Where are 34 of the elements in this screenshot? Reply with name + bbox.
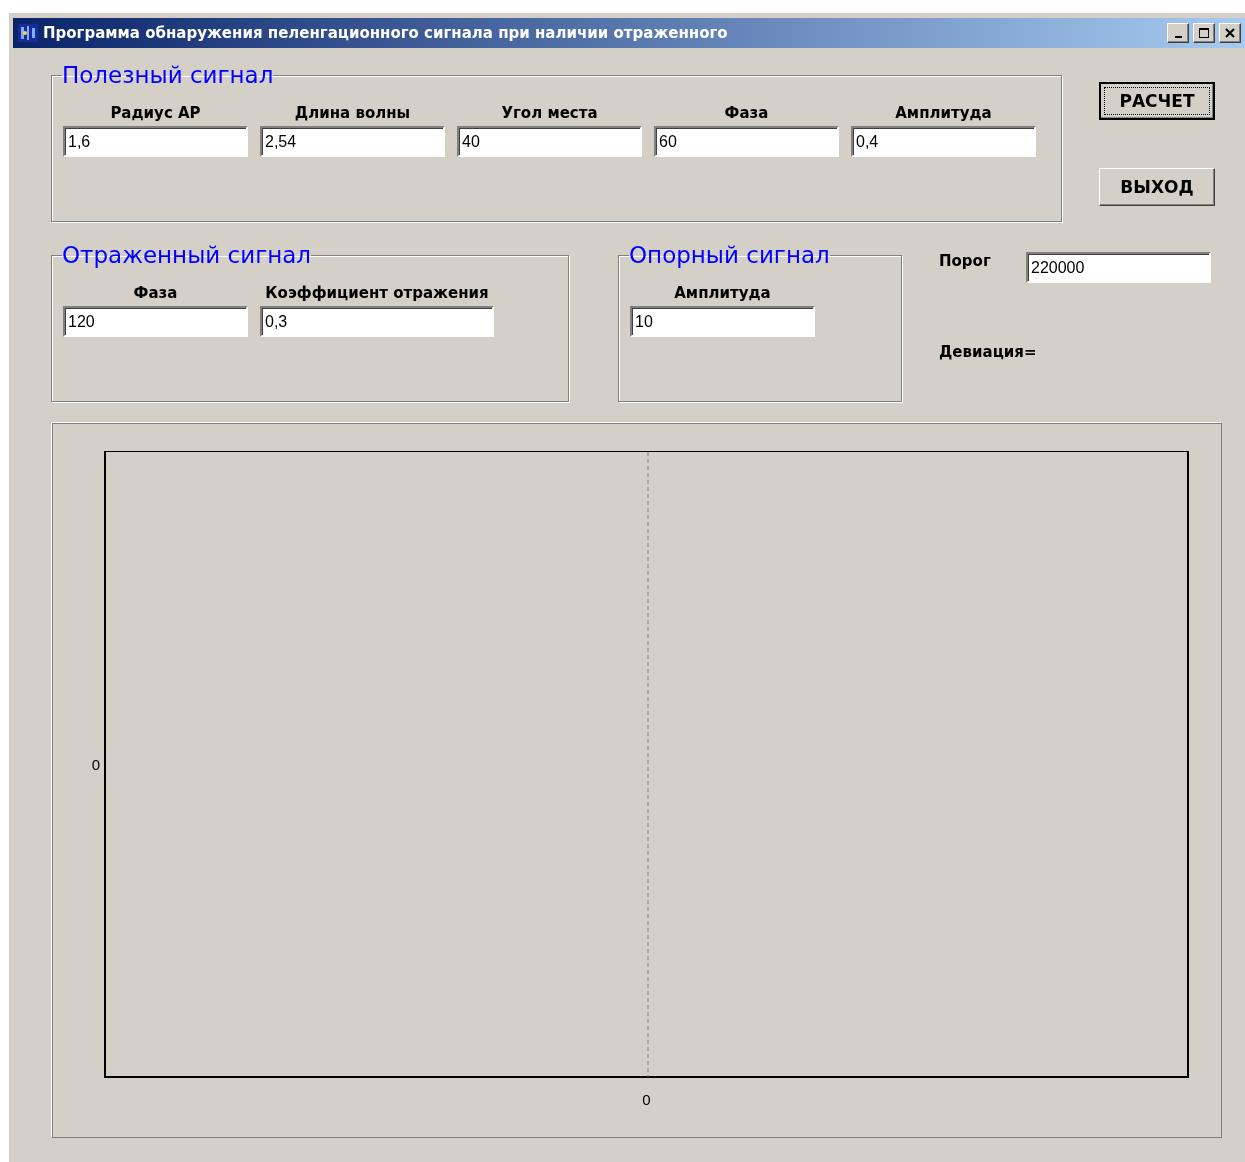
maximize-button[interactable] [1193, 23, 1215, 43]
group-title: Отраженный сигнал [62, 242, 312, 268]
input-field[interactable]: 120 [63, 306, 248, 337]
app-icon [17, 23, 39, 43]
field-label: Амплитуда [674, 284, 771, 302]
input-field[interactable]: 10 [630, 306, 815, 337]
close-button[interactable] [1219, 23, 1241, 43]
group-title: Полезный сигнал [62, 62, 274, 88]
action-button[interactable]: ВЫХОД [1099, 168, 1215, 206]
input-field[interactable]: 60 [654, 126, 839, 157]
field-label: Фаза [724, 104, 769, 122]
minimize-icon [1174, 36, 1182, 38]
group-title: Опорный сигнал [629, 242, 830, 268]
input-field[interactable]: 0,3 [260, 306, 494, 337]
input-field[interactable]: 0,4 [851, 126, 1036, 157]
minimize-button[interactable] [1167, 23, 1189, 43]
input-field[interactable]: 1,6 [63, 126, 248, 157]
input-field[interactable]: 40 [457, 126, 642, 157]
field-label: Фаза [133, 284, 178, 302]
threshold-label: Порог [939, 252, 992, 270]
window-title: Программа обнаружения пеленгационного сигнала при наличии отраженного [43, 24, 729, 42]
deviation-label: Девиация= [939, 343, 1037, 361]
y-axis-label: 0 [91, 756, 100, 773]
maximize-icon [1198, 27, 1210, 39]
field-label: Амплитуда [895, 104, 992, 122]
action-button[interactable]: РАСЧЕТ [1099, 82, 1215, 120]
field-label: Коэффициент отражения [265, 284, 489, 302]
close-icon [1224, 27, 1236, 39]
x-axis-label: 0 [642, 1091, 651, 1108]
field-label: Радиус АР [110, 104, 201, 122]
field-label: Длина волны [294, 104, 411, 122]
input-field[interactable]: 2,54 [260, 126, 445, 157]
field-label: Угол места [501, 104, 598, 122]
threshold-field[interactable]: 220000 [1026, 252, 1211, 283]
